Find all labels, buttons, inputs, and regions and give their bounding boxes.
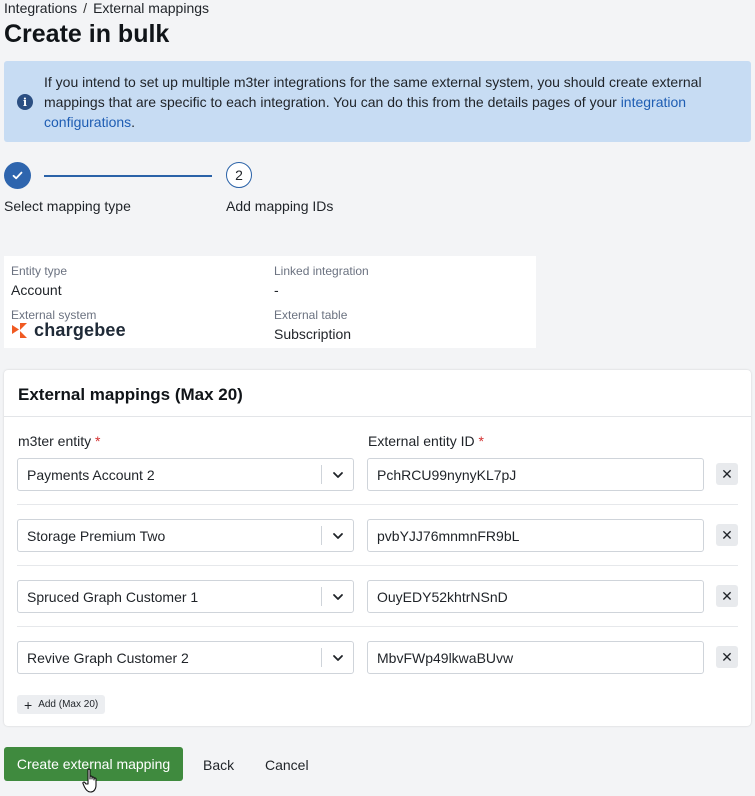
external-table-label: External table bbox=[274, 308, 348, 322]
linked-integration-value: - bbox=[274, 282, 279, 298]
m3ter-entity-label-text: m3ter entity bbox=[18, 433, 92, 449]
select-separator bbox=[321, 587, 322, 606]
chargebee-wordmark: chargebee bbox=[34, 320, 126, 340]
remove-row-button[interactable]: ✕ bbox=[716, 585, 738, 607]
card-title: External mappings (Max 20) bbox=[18, 385, 243, 404]
remove-row-button[interactable]: ✕ bbox=[716, 463, 738, 485]
remove-row-button[interactable]: ✕ bbox=[716, 524, 738, 546]
page-title: Create in bulk bbox=[4, 20, 170, 48]
entity-type-value: Account bbox=[11, 282, 62, 298]
check-icon bbox=[12, 171, 23, 180]
row-divider bbox=[17, 626, 738, 627]
external-entity-id-input[interactable]: PchRCU99nynyKL7pJ bbox=[367, 458, 704, 491]
card-divider bbox=[4, 416, 751, 417]
m3ter-entity-label: m3ter entity * bbox=[18, 433, 100, 449]
external-entity-id-input[interactable]: OuyEDY52khtrNSnD bbox=[367, 580, 704, 613]
row-divider bbox=[17, 504, 738, 505]
remove-row-button[interactable]: ✕ bbox=[716, 646, 738, 668]
chevron-down-icon[interactable] bbox=[332, 652, 344, 664]
linked-integration-label: Linked integration bbox=[274, 264, 369, 278]
close-icon: ✕ bbox=[721, 648, 733, 665]
close-icon: ✕ bbox=[721, 587, 733, 604]
info-banner: i If you intend to set up multiple m3ter… bbox=[4, 61, 751, 142]
m3ter-entity-value: Spruced Graph Customer 1 bbox=[27, 589, 199, 605]
select-separator bbox=[321, 465, 322, 484]
m3ter-entity-select[interactable]: Spruced Graph Customer 1 bbox=[17, 580, 354, 613]
breadcrumb-integrations[interactable]: Integrations bbox=[4, 0, 77, 16]
select-separator bbox=[321, 526, 322, 545]
step-1-complete[interactable] bbox=[4, 162, 31, 189]
m3ter-entity-value: Revive Graph Customer 2 bbox=[27, 650, 189, 666]
back-button[interactable]: Back bbox=[203, 757, 234, 773]
m3ter-entity-value: Storage Premium Two bbox=[27, 528, 166, 544]
mapping-details: Entity type Account Linked integration -… bbox=[4, 256, 536, 348]
chargebee-icon bbox=[12, 323, 27, 338]
close-icon: ✕ bbox=[721, 465, 733, 482]
plus-icon: + bbox=[24, 696, 33, 713]
add-mapping-label: Add (Max 20) bbox=[38, 699, 99, 710]
breadcrumb-external-mappings[interactable]: External mappings bbox=[93, 0, 209, 16]
external-entity-id-input[interactable]: pvbYJJ76mnmnFR9bL bbox=[367, 519, 704, 552]
chargebee-logo: chargebee bbox=[11, 320, 126, 341]
add-mapping-button[interactable]: + Add (Max 20) bbox=[17, 695, 106, 714]
row-divider bbox=[17, 565, 738, 566]
stepper-connector bbox=[44, 175, 212, 177]
m3ter-entity-select[interactable]: Payments Account 2 bbox=[17, 458, 354, 491]
m3ter-entity-value: Payments Account 2 bbox=[27, 467, 155, 483]
select-separator bbox=[321, 648, 322, 667]
breadcrumb: Integrations / External mappings bbox=[4, 0, 209, 16]
step-2-current: 2 bbox=[226, 162, 252, 188]
info-text: If you intend to set up multiple m3ter i… bbox=[44, 72, 734, 132]
chevron-down-icon[interactable] bbox=[332, 530, 344, 542]
external-mappings-card: External mappings (Max 20) m3ter entity … bbox=[4, 370, 751, 726]
m3ter-entity-select[interactable]: Storage Premium Two bbox=[17, 519, 354, 552]
hand-cursor-icon bbox=[82, 768, 97, 793]
required-mark: * bbox=[478, 433, 484, 449]
chevron-down-icon[interactable] bbox=[332, 591, 344, 603]
info-suffix: . bbox=[131, 114, 136, 130]
external-table-value: Subscription bbox=[274, 326, 352, 342]
step-2-label: Add mapping IDs bbox=[226, 198, 334, 214]
external-entity-id-input[interactable]: MbvFWp49lkwaBUvw bbox=[367, 641, 704, 674]
cancel-button[interactable]: Cancel bbox=[265, 757, 309, 773]
chevron-down-icon[interactable] bbox=[332, 469, 344, 481]
info-message: If you intend to set up multiple m3ter i… bbox=[44, 74, 702, 110]
external-entity-id-label-text: External entity ID bbox=[368, 433, 475, 449]
entity-type-label: Entity type bbox=[11, 264, 68, 278]
m3ter-entity-select[interactable]: Revive Graph Customer 2 bbox=[17, 641, 354, 674]
required-mark: * bbox=[95, 433, 101, 449]
external-entity-id-label: External entity ID * bbox=[368, 433, 484, 449]
info-icon: i bbox=[17, 94, 33, 110]
breadcrumb-separator: / bbox=[83, 0, 88, 16]
step-1-label: Select mapping type bbox=[4, 198, 131, 214]
close-icon: ✕ bbox=[721, 526, 733, 543]
